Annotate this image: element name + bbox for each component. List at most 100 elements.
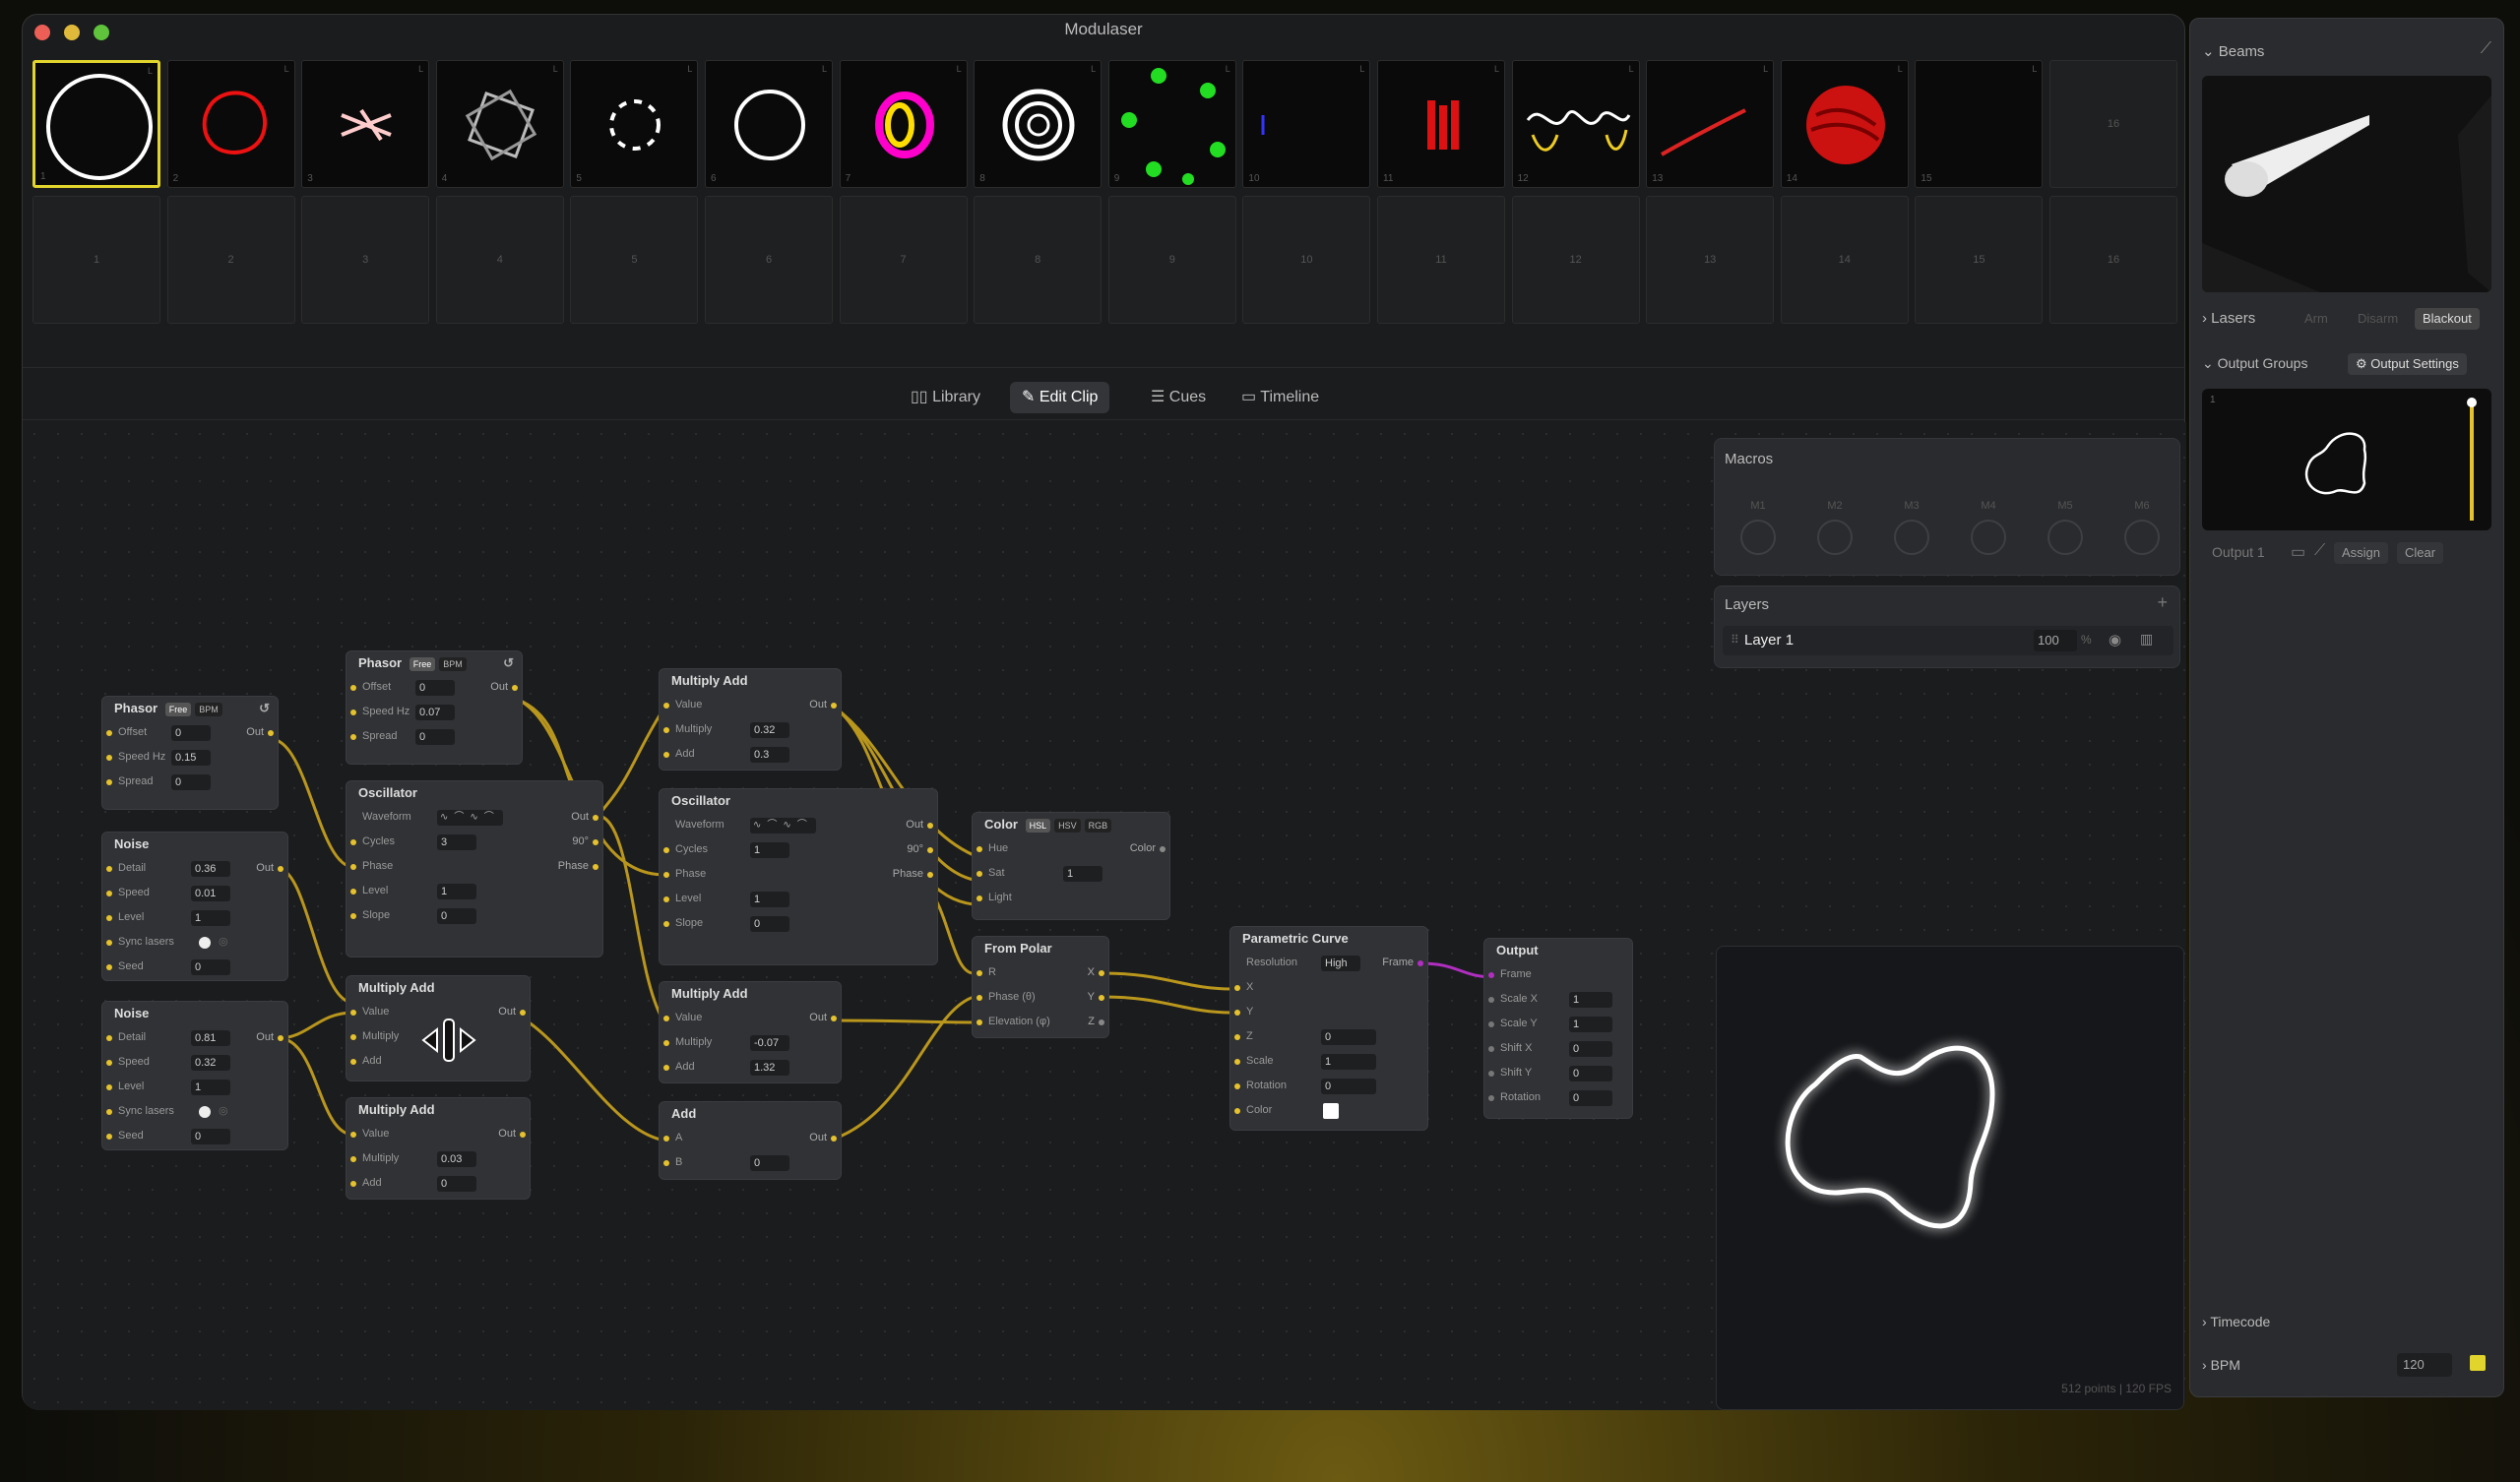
output-thumbnail[interactable]: 1 [2202,389,2491,530]
output-groups-header[interactable]: ⌄ Output Groups [2202,355,2307,372]
scale-y-field[interactable]: 1 [1569,1017,1612,1032]
clip-slot[interactable]: 2L [166,60,295,188]
cycles-field[interactable]: 1 [750,842,789,858]
clear-button[interactable]: Clear [2397,542,2444,564]
maximize-window-button[interactable] [94,25,109,40]
clip-slot-empty[interactable]: 13 [1646,196,1775,324]
reset-icon[interactable]: ↺ [259,697,270,720]
macro-knob-2[interactable]: M2 [1817,500,1853,555]
drag-handle-icon[interactable]: ⠿ [1731,633,1739,647]
speed-field[interactable]: 0.32 [191,1055,230,1071]
clip-slot[interactable]: 4L [435,60,564,188]
clip-slot-empty[interactable]: 9 [1107,196,1236,324]
slope-field[interactable]: 0 [437,908,476,924]
speed-field[interactable]: 0.07 [415,705,455,720]
multiply-add-node-4[interactable]: Multiply Add Value Out Multiply -0.07 Add 1… [659,981,842,1083]
clip-slot[interactable]: 8L [974,60,1102,188]
detail-field[interactable]: 0.36 [191,861,230,877]
add-field[interactable]: 1.32 [750,1060,789,1076]
edit-icon[interactable]: ⟋ [2314,542,2325,560]
clip-slot-empty[interactable]: 14 [1780,196,1909,324]
scale-x-field[interactable]: 1 [1569,992,1612,1008]
multiply-add-node-1[interactable]: Multiply Add Value Out Multiply 0.32 Add 0.… [659,668,842,771]
shift-y-field[interactable]: 0 [1569,1066,1612,1081]
seed-field[interactable]: 0 [191,1129,230,1144]
output-settings-button[interactable]: ⚙ Output Settings [2348,353,2467,375]
offset-field[interactable]: 0 [171,725,211,741]
clip-slot[interactable]: 14 L [1780,60,1909,188]
clip-slot-empty[interactable]: 12 [1511,196,1640,324]
sync-lasers-toggle[interactable] [199,1106,211,1118]
sat-field[interactable]: 1 [1063,866,1102,882]
spread-field[interactable]: 0 [171,774,211,790]
free-toggle[interactable]: Free [409,657,436,671]
multiply-field[interactable]: -0.07 [750,1035,789,1051]
b-field[interactable]: 0 [750,1155,789,1171]
oscillator-node-2[interactable]: Oscillator Waveform ∿⌒∿⌒ Out Cycles 1 90° Ph… [659,788,938,965]
noise-node-1[interactable]: Noise Detail 0.36 Out Speed 0.01 Level 1 Syn… [101,832,288,981]
rotation-field[interactable]: 0 [1569,1090,1612,1106]
close-window-button[interactable] [34,25,50,40]
clip-slot[interactable]: 7L [839,60,968,188]
clip-slot-empty[interactable]: 8 [974,196,1102,324]
level-field[interactable]: 1 [437,884,476,899]
tab-cues[interactable]: ☰ Cues [1139,382,1218,413]
cycles-field[interactable]: 3 [437,834,476,850]
clip-slot[interactable]: 10 L [1242,60,1371,188]
tab-library[interactable]: ▯▯ Library [899,382,992,413]
hsv-toggle[interactable]: HSV [1054,819,1081,833]
macro-knob-5[interactable]: M5 [2048,500,2083,555]
tab-timeline[interactable]: ▭ Timeline [1229,382,1331,413]
clip-slot-empty[interactable]: 6 [705,196,833,324]
clip-slot[interactable]: 1L [32,60,160,188]
blackout-button[interactable]: Blackout [2415,308,2480,330]
macro-knob-3[interactable]: M3 [1894,500,1929,555]
clip-slot-empty[interactable]: 15 [1915,196,2044,324]
clip-slot-empty[interactable]: 1 [32,196,160,324]
macro-knob-6[interactable]: M6 [2124,500,2160,555]
multiply-field[interactable]: 0.32 [750,722,789,738]
reset-icon[interactable]: ↺ [503,651,514,675]
output-node[interactable]: Output Frame Scale X1 Scale Y1 Shift X0 … [1483,938,1633,1119]
clip-slot-empty[interactable]: 16 [2049,196,2177,324]
noise-node-2[interactable]: Noise Detail 0.81 Out Speed 0.32 Level 1 Syn… [101,1001,288,1150]
clip-slot-empty[interactable]: 5 [570,196,699,324]
hsl-toggle[interactable]: HSL [1025,819,1051,833]
arm-button[interactable]: Arm [2297,308,2336,330]
clip-slot[interactable]: 3L [301,60,430,188]
multiply-field[interactable]: 0.03 [437,1151,476,1167]
trash-icon[interactable]: ▥ [2140,631,2153,648]
from-polar-node[interactable]: From Polar R X Phase (θ) Y Elevation (φ) Z [972,936,1109,1038]
macro-knob-4[interactable]: M4 [1971,500,2006,555]
bpm-field[interactable]: 120 [2397,1353,2452,1377]
offset-field[interactable]: 0 [415,680,455,696]
oscillator-node-1[interactable]: Oscillator Waveform ∿⌒∿⌒ Out Cycles 3 90° Ph… [346,780,603,957]
detail-field[interactable]: 0.81 [191,1030,230,1046]
clip-slot-empty[interactable]: 11 [1377,196,1505,324]
clip-slot[interactable]: 6L [705,60,833,188]
scale-field[interactable]: 1 [1321,1054,1376,1070]
color-swatch[interactable] [1323,1103,1339,1119]
tab-edit-clip[interactable]: ✎ Edit Clip [1010,382,1110,413]
add-field[interactable]: 0.3 [750,747,789,763]
speed-field[interactable]: 0.01 [191,886,230,901]
disarm-button[interactable]: Disarm [2350,308,2406,330]
layer-opacity-field[interactable]: 100 [2034,630,2077,651]
clip-slot-empty[interactable]: 2 [166,196,295,324]
rgb-toggle[interactable]: RGB [1084,819,1112,833]
layer-row[interactable]: ⠿ Layer 1 100 % ◉ ▥ [1723,626,2174,655]
level-field[interactable]: 1 [191,910,230,926]
clip-slot[interactable]: 9L [1107,60,1236,188]
rotation-field[interactable]: 0 [1321,1079,1376,1094]
z-field[interactable]: 0 [1321,1029,1376,1045]
waveform-selector[interactable]: ∿⌒∿⌒ [437,810,503,826]
phasor-node-2[interactable]: Phasor Free BPM ↺ Offset 0 Out Speed Hz 0.07… [346,650,523,765]
macro-knob-1[interactable]: M1 [1740,500,1776,555]
clip-slot[interactable]: 12 L [1511,60,1640,188]
bpm-header[interactable]: › BPM [2202,1357,2240,1373]
level-field[interactable]: 1 [750,892,789,907]
parametric-curve-node[interactable]: Parametric Curve Resolution High Frame X Y… [1229,926,1428,1131]
multiply-add-node-3[interactable]: Multiply Add Value Out Multiply 0.03 Add 0 [346,1097,531,1200]
timecode-header[interactable]: › Timecode [2202,1314,2270,1329]
waveform-selector[interactable]: ∿⌒∿⌒ [750,818,816,834]
